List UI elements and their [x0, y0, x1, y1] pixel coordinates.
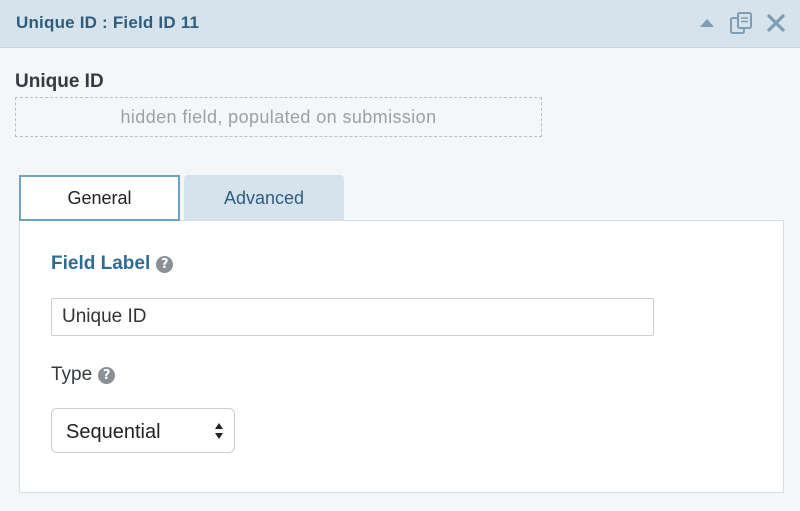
tab-advanced[interactable]: Advanced: [184, 175, 344, 221]
type-heading: Type?: [51, 364, 116, 386]
duplicate-icon[interactable]: [728, 10, 754, 36]
field-title: Unique ID : Field ID 11: [16, 13, 200, 32]
close-icon[interactable]: [763, 10, 789, 36]
field-label-input[interactable]: [51, 298, 654, 336]
tab-general[interactable]: General: [19, 175, 180, 221]
type-select-value: Sequential: [66, 421, 161, 443]
collapse-icon[interactable]: [694, 10, 720, 36]
preview-hidden-field: hidden field, populated on submission: [15, 97, 542, 137]
select-arrows-icon: [215, 423, 223, 439]
field-label-heading: Field Label?: [51, 253, 174, 275]
type-select[interactable]: Sequential: [51, 408, 235, 453]
help-icon[interactable]: ?: [156, 256, 174, 273]
field-settings-panel: Unique ID : Field ID 11 Unique ID hidden…: [0, 0, 800, 511]
field-header[interactable]: Unique ID : Field ID 11: [0, 0, 800, 48]
preview-field-label: Unique ID: [15, 71, 104, 92]
type-label-text: Type: [51, 364, 93, 385]
help-icon[interactable]: ?: [98, 367, 116, 384]
field-label-text: Field Label: [51, 253, 151, 274]
